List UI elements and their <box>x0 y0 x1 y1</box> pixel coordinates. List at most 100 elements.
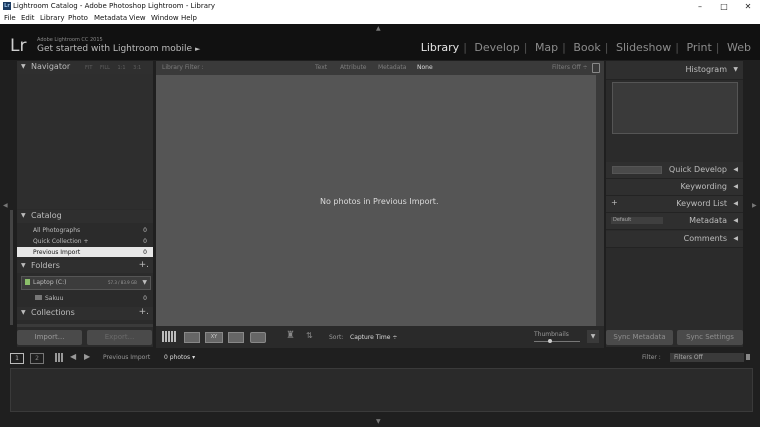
menu-view[interactable]: View <box>129 14 146 22</box>
library-filter-label: Library Filter : <box>162 64 204 71</box>
folder-item-sakuu[interactable]: Sakuu 0 <box>17 293 153 303</box>
menu-metadata[interactable]: Metadata <box>94 14 127 22</box>
navigator-label: Navigator <box>31 62 71 71</box>
navigator-header[interactable]: ▼ Navigator FIT FILL 1:1 3:1 <box>17 61 153 74</box>
thumbnails-label: Thumbnails <box>534 331 569 338</box>
collections-label: Collections <box>31 308 75 317</box>
catalog-label: Catalog <box>31 211 62 220</box>
sort-label: Sort: <box>329 334 344 341</box>
toolbar-menu-chevron-icon[interactable]: ▼ <box>587 330 599 343</box>
module-print[interactable]: Print <box>682 41 715 54</box>
module-library[interactable]: Library <box>417 41 463 54</box>
sort-direction-icon[interactable]: ⇅ <box>306 331 313 340</box>
histogram-header[interactable]: Histogram ▼ <box>606 61 743 80</box>
metadata-header[interactable]: Default Metadata ◀ <box>606 213 743 230</box>
left-panel-scrollbar[interactable] <box>10 210 13 325</box>
secondary-window-button[interactable]: 2 <box>30 353 44 364</box>
close-button[interactable]: ✕ <box>736 0 760 13</box>
menu-photo[interactable]: Photo <box>68 14 88 22</box>
version-label: Adobe Lightroom CC 2015 <box>37 37 103 43</box>
collapse-bottom-arrow-icon[interactable]: ▼ <box>376 418 381 425</box>
window-title: Lightroom Catalog - Adobe Photoshop Ligh… <box>13 2 216 10</box>
filmstrip-source[interactable]: Previous Import <box>103 354 150 361</box>
menu-help[interactable]: Help <box>181 14 197 22</box>
collapse-top-arrow-icon[interactable]: ▲ <box>376 25 381 32</box>
menu-edit[interactable]: Edit <box>21 14 35 22</box>
photo-count[interactable]: 0 photos ▾ <box>164 354 195 361</box>
identity-bar: ▲ Lr Adobe Lightroom CC 2015 Get started… <box>0 24 760 60</box>
comments-header[interactable]: Comments ◀ <box>606 231 743 248</box>
filmstrip-filter-select[interactable]: Filters Off <box>670 353 744 362</box>
add-keyword-icon[interactable]: + <box>611 198 618 207</box>
minimize-button[interactable]: – <box>688 0 712 13</box>
filters-off-select[interactable]: Filters Off ÷ <box>552 64 588 71</box>
filter-attribute[interactable]: Attribute <box>340 64 367 71</box>
lightroom-logo: Lr <box>10 36 27 56</box>
thumbnail-slider-handle[interactable] <box>548 339 552 343</box>
survey-view-icon[interactable] <box>228 332 244 343</box>
collections-list <box>17 324 153 327</box>
navigator-preview <box>17 74 153 209</box>
keywording-header[interactable]: Keywording ◀ <box>606 179 743 196</box>
triangle-down-icon: ▼ <box>21 212 26 219</box>
grid-icon[interactable] <box>55 353 64 362</box>
saved-preset-select[interactable] <box>612 166 662 174</box>
back-arrow-icon[interactable]: ◀ <box>70 352 76 361</box>
sync-settings-button[interactable]: Sync Settings <box>677 330 743 345</box>
module-develop[interactable]: Develop <box>470 41 523 54</box>
keyword-list-header[interactable]: + Keyword List ◀ <box>606 196 743 213</box>
menu-library[interactable]: Library <box>40 14 64 22</box>
loupe-view-icon[interactable] <box>184 332 200 343</box>
folder-icon <box>35 295 42 300</box>
sync-metadata-button[interactable]: Sync Metadata <box>606 330 673 345</box>
module-map[interactable]: Map <box>531 41 562 54</box>
filmstrip-bar: 1 2 ◀ ▶ Previous Import 0 photos ▾ Filte… <box>0 350 760 367</box>
quick-develop-header[interactable]: Quick Develop ◀ <box>606 162 743 179</box>
spray-can-icon[interactable]: ♜ <box>286 330 295 341</box>
catalog-header[interactable]: ▼ Catalog <box>17 210 153 223</box>
filter-text[interactable]: Text <box>315 64 327 71</box>
collections-header[interactable]: ▼ Collections +. <box>17 307 153 320</box>
filmstrip[interactable] <box>10 368 753 412</box>
histogram-display <box>612 82 738 134</box>
maximize-button[interactable]: □ <box>712 0 736 13</box>
grid-scrollbar[interactable] <box>596 75 604 326</box>
module-slideshow[interactable]: Slideshow <box>612 41 675 54</box>
filmstrip-filter-label: Filter : <box>642 354 661 361</box>
empty-message: No photos in Previous Import. <box>320 197 439 206</box>
window-titlebar: Lr Lightroom Catalog - Adobe Photoshop L… <box>0 0 760 13</box>
navigator-zoom-options[interactable]: FIT FILL 1:1 3:1 <box>85 65 141 71</box>
module-book[interactable]: Book <box>569 41 604 54</box>
primary-window-button[interactable]: 1 <box>10 353 24 364</box>
sort-select[interactable]: Capture Time ÷ <box>350 334 397 341</box>
compare-view-icon[interactable]: XY <box>205 332 223 343</box>
lightroom-mobile-link[interactable]: Get started with Lightroom mobile ► <box>37 44 200 54</box>
folders-header[interactable]: ▼ Folders +. <box>17 260 153 273</box>
import-button[interactable]: Import... <box>17 330 82 345</box>
module-web[interactable]: Web <box>723 41 751 54</box>
menu-file[interactable]: File <box>4 14 16 22</box>
add-folder-icon[interactable]: +. <box>139 260 149 270</box>
right-panel: Histogram ▼ Quick Develop ◀ Keywording ◀ + … <box>606 61 743 347</box>
catalog-item-all-photographs[interactable]: All Photographs 0 <box>17 225 153 235</box>
metadata-preset-select[interactable]: Default <box>611 217 663 224</box>
collapse-left-arrow-icon[interactable]: ◀ <box>3 202 8 209</box>
grid-view[interactable]: No photos in Previous Import. <box>156 75 596 326</box>
library-filter-bar: Library Filter : Text Attribute Metadata… <box>156 61 604 75</box>
catalog-item-previous-import[interactable]: Previous Import 0 <box>17 247 153 257</box>
filter-none[interactable]: None <box>417 64 433 71</box>
forward-arrow-icon[interactable]: ▶ <box>84 352 90 361</box>
lock-icon[interactable] <box>746 354 750 360</box>
grid-view-icon[interactable] <box>162 331 176 342</box>
catalog-item-quick-collection[interactable]: Quick Collection +0 <box>17 236 153 246</box>
add-collection-icon[interactable]: +. <box>139 307 149 317</box>
collapse-right-arrow-icon[interactable]: ▶ <box>752 202 757 209</box>
filter-metadata[interactable]: Metadata <box>378 64 406 71</box>
thumbnail-size-slider[interactable] <box>534 341 580 342</box>
people-view-icon[interactable] <box>250 332 266 343</box>
lock-icon[interactable] <box>592 63 600 73</box>
folder-volume-laptop[interactable]: Laptop (C:) 57.3 / 83.9 GB ▼ <box>21 276 151 290</box>
export-button[interactable]: Export... <box>87 330 152 345</box>
lightroom-app-icon: Lr <box>3 2 11 10</box>
menu-window[interactable]: Window <box>151 14 179 22</box>
